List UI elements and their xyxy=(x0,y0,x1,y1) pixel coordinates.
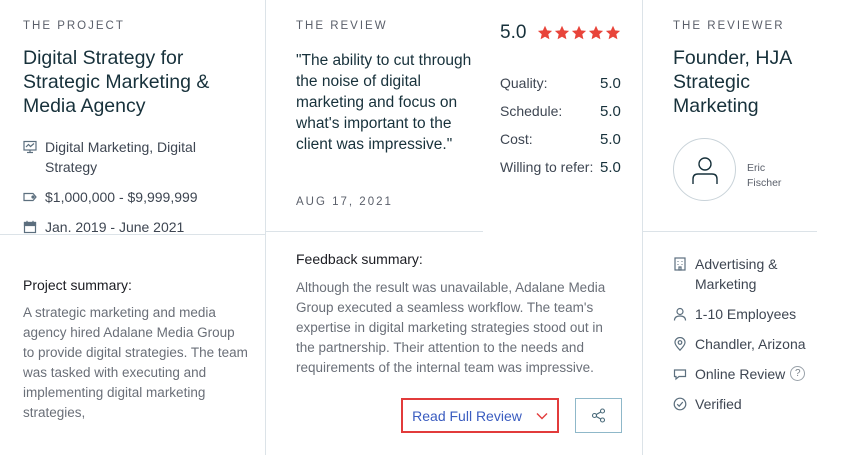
star-icon xyxy=(605,25,621,40)
project-summary-label: Project summary: xyxy=(23,277,132,293)
feedback-summary-text: Although the result was unavailable, Ada… xyxy=(296,280,606,375)
project-service: Digital Marketing, Digital Strategy xyxy=(23,137,243,177)
reviewer-name: Eric Fischer xyxy=(747,161,807,191)
read-full-review-button[interactable]: Read Full Review xyxy=(401,398,559,433)
share-button[interactable] xyxy=(575,398,622,433)
read-full-review-label: Read Full Review xyxy=(412,407,522,424)
building-icon xyxy=(673,257,687,271)
review-eyebrow: THE REVIEW xyxy=(296,20,388,32)
project-budget: $1,000,000 - $9,999,999 xyxy=(23,187,198,207)
reviewer-location: Chandler, Arizona xyxy=(673,334,806,354)
score-label: Willing to refer: xyxy=(500,159,594,175)
column-divider xyxy=(265,0,266,455)
avatar xyxy=(673,138,736,201)
reviewer-verified: Verified xyxy=(673,394,742,414)
reviewer-last-name: Fischer xyxy=(747,177,782,189)
score-value: 5.0 xyxy=(600,75,621,92)
review-quote: "The ability to cut through the noise of… xyxy=(296,52,472,153)
chevron-down-icon xyxy=(536,412,548,419)
star-icon xyxy=(571,25,587,40)
price-tag-icon xyxy=(23,190,37,204)
section-divider xyxy=(643,231,817,232)
reviewer-first-name: Eric xyxy=(747,162,766,174)
reviewer-review-type: Online Review ? xyxy=(673,364,806,384)
project-service-text: Digital Marketing, Digital Strategy xyxy=(45,139,196,175)
overall-rating: 5.0 xyxy=(500,22,527,43)
score-value: 5.0 xyxy=(600,103,621,120)
reviewer-eyebrow: THE REVIEWER xyxy=(673,20,785,32)
column-divider xyxy=(642,0,643,455)
project-title: Digital Strategy for Strategic Marketing… xyxy=(23,47,210,117)
monitor-icon xyxy=(23,140,37,154)
reviewer-verified-text: Verified xyxy=(695,396,742,412)
calendar-icon xyxy=(23,220,37,234)
reviewer-location-text: Chandler, Arizona xyxy=(695,336,806,352)
person-icon xyxy=(673,307,687,321)
share-icon xyxy=(591,408,606,423)
project-dates: Jan. 2019 - June 2021 xyxy=(23,217,184,237)
reviewer-industry-text: Advertising & Marketing xyxy=(695,256,778,292)
reviewer-review-type-text: Online Review xyxy=(695,366,786,382)
user-icon xyxy=(691,156,718,184)
reviewer-industry: Advertising & Marketing xyxy=(673,254,803,294)
score-label: Quality: xyxy=(500,75,548,91)
project-summary-text: A strategic marketing and media agency h… xyxy=(23,305,248,420)
score-value: 5.0 xyxy=(600,131,621,148)
speech-bubble-icon xyxy=(673,367,687,381)
feedback-summary-label: Feedback summary: xyxy=(296,251,423,267)
location-pin-icon xyxy=(673,337,687,351)
reviewer-title: Founder, HJA Strategic Marketing xyxy=(673,47,792,117)
score-value: 5.0 xyxy=(600,159,621,176)
rating-stars xyxy=(537,25,621,41)
project-budget-text: $1,000,000 - $9,999,999 xyxy=(45,189,198,205)
help-icon[interactable]: ? xyxy=(790,366,806,381)
reviewer-company-size: 1-10 Employees xyxy=(673,304,796,324)
star-icon xyxy=(588,25,604,40)
project-dates-text: Jan. 2019 - June 2021 xyxy=(45,219,185,235)
review-date: AUG 17, 2021 xyxy=(296,196,393,208)
section-divider xyxy=(266,231,483,232)
score-label: Schedule: xyxy=(500,103,563,119)
star-icon xyxy=(554,25,570,40)
check-circle-icon xyxy=(673,397,687,411)
star-icon xyxy=(537,25,553,40)
project-eyebrow: THE PROJECT xyxy=(23,20,125,32)
reviewer-company-size-text: 1-10 Employees xyxy=(695,306,797,322)
score-label: Cost: xyxy=(500,131,533,147)
